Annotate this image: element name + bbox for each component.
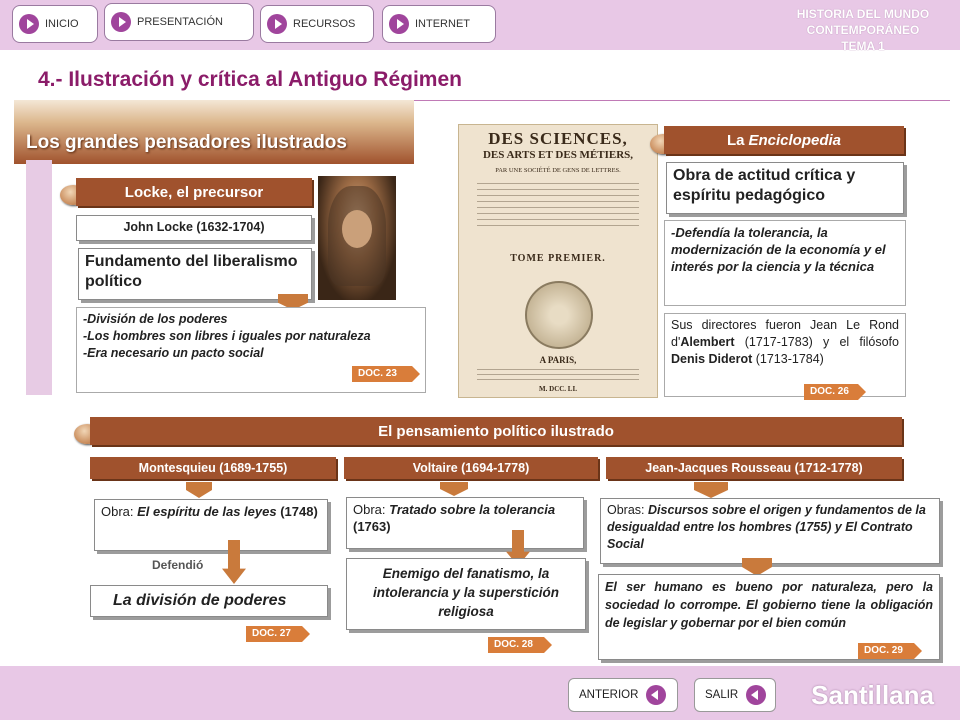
- fp-title-3: PAR UNE SOCIÉTÉ DE GENS DE LETTRES.: [495, 167, 621, 174]
- nav-inicio-label: INICIO: [45, 18, 79, 30]
- anterior-label: ANTERIOR: [579, 689, 639, 701]
- locke-header: Locke, el precursor: [76, 178, 312, 206]
- nav-inicio-button[interactable]: INICIO: [12, 5, 98, 43]
- fp-emblem-image: [525, 281, 593, 349]
- down-arrow-icon: [186, 482, 212, 498]
- portrait-face: [342, 210, 372, 248]
- locke-summary: Fundamento del liberalismo político: [78, 248, 312, 300]
- enciclopedia-header-pre: La: [726, 131, 745, 149]
- doc-26-link[interactable]: DOC. 26: [804, 384, 866, 400]
- rousseau-obra: Obras: Discursos sobre el origen y funda…: [600, 498, 940, 564]
- enciclopedia-header: La Enciclopedia: [664, 126, 904, 154]
- nav-recursos-button[interactable]: RECURSOS: [260, 5, 374, 43]
- doc-23-link[interactable]: DOC. 23: [352, 366, 420, 382]
- doc-29-link[interactable]: DOC. 29: [858, 643, 922, 659]
- salir-label: SALIR: [705, 689, 739, 701]
- montesquieu-header: Montesquieu (1689-1755): [90, 457, 336, 479]
- course-line-1: HISTORIA DEL MUNDO CONTEMPORÁNEO: [796, 7, 930, 37]
- nav-recursos-label: RECURSOS: [293, 18, 356, 30]
- fp-imprint-block: [477, 369, 639, 383]
- down-arrow-icon: [694, 482, 728, 498]
- play-arrow-icon: [267, 14, 287, 34]
- doc-27-link[interactable]: DOC. 27: [246, 626, 310, 642]
- anterior-button[interactable]: ANTERIOR: [568, 678, 678, 712]
- montesquieu-defendio-label: Defendió: [152, 558, 204, 572]
- fp-tome: TOME PREMIER.: [510, 253, 606, 264]
- doc-28-link[interactable]: DOC. 28: [488, 637, 552, 653]
- fp-title-2: DES ARTS ET DES MÉTIERS,: [482, 149, 634, 161]
- politico-header: El pensamiento político ilustrado: [90, 417, 902, 445]
- left-accent-column: [26, 160, 52, 395]
- enciclopedia-directors: Sus directores fueron Jean Le Rond d'Ale…: [664, 313, 906, 397]
- montesquieu-result: La división de poderes: [90, 585, 328, 617]
- back-arrow-icon: [746, 685, 767, 705]
- locke-point: -División de los poderes: [83, 312, 228, 326]
- salir-button[interactable]: SALIR: [694, 678, 776, 712]
- nav-internet-button[interactable]: INTERNET: [382, 5, 496, 43]
- rousseau-header: Jean-Jacques Rousseau (1712-1778): [606, 457, 902, 479]
- course-title: HISTORIA DEL MUNDO CONTEMPORÁNEO TEMA 1: [778, 6, 948, 54]
- locke-portrait: [318, 176, 396, 300]
- play-arrow-icon: [389, 14, 409, 34]
- nav-internet-label: INTERNET: [415, 18, 470, 30]
- play-arrow-icon: [19, 14, 39, 34]
- play-arrow-icon: [111, 12, 131, 32]
- enciclopedia-header-em: Enciclopedia: [748, 131, 842, 149]
- locke-point: -Era necesario un pacto social: [83, 346, 264, 360]
- section-title: Los grandes pensadores ilustrados: [26, 132, 347, 153]
- voltaire-result: Enemigo del fanatismo, la intolerancia y…: [346, 558, 586, 630]
- fp-city: A PARIS,: [539, 355, 577, 365]
- santillana-logo: Santillana: [811, 680, 934, 710]
- voltaire-header: Voltaire (1694-1778): [344, 457, 598, 479]
- down-arrow-icon: [440, 482, 468, 496]
- nav-presentacion-label: PRESENTACIÓN: [137, 16, 223, 28]
- page-title: 4.- Ilustración y crítica al Antiguo Rég…: [38, 68, 462, 91]
- back-arrow-icon: [646, 685, 667, 705]
- top-bar: INICIO PRESENTACIÓN RECURSOS INTERNET HI…: [0, 0, 960, 53]
- fp-title-1: DES SCIENCES,: [488, 129, 628, 148]
- enciclopedia-summary: Obra de actitud crítica y espíritu pedag…: [666, 162, 904, 214]
- encyclopedie-frontispiece-image: DES SCIENCES, DES ARTS ET DES MÉTIERS, P…: [458, 124, 658, 398]
- locke-name: John Locke (1632-1704): [76, 215, 312, 241]
- fp-year: M. DCC. LI.: [539, 385, 577, 393]
- enciclopedia-description: -Defendía la tolerancia, la modernizació…: [664, 220, 906, 306]
- locke-point: -Los hombres son libres i iguales por na…: [83, 329, 371, 343]
- section-banner: Los grandes pensadores ilustrados: [14, 100, 414, 164]
- fp-text-block: [477, 183, 639, 231]
- course-line-2: TEMA 1: [841, 39, 885, 53]
- montesquieu-obra: Obra: El espíritu de las leyes (1748): [94, 499, 328, 551]
- nav-presentacion-button[interactable]: PRESENTACIÓN: [104, 3, 254, 41]
- voltaire-obra: Obra: Tratado sobre la tolerancia (1763): [346, 497, 584, 549]
